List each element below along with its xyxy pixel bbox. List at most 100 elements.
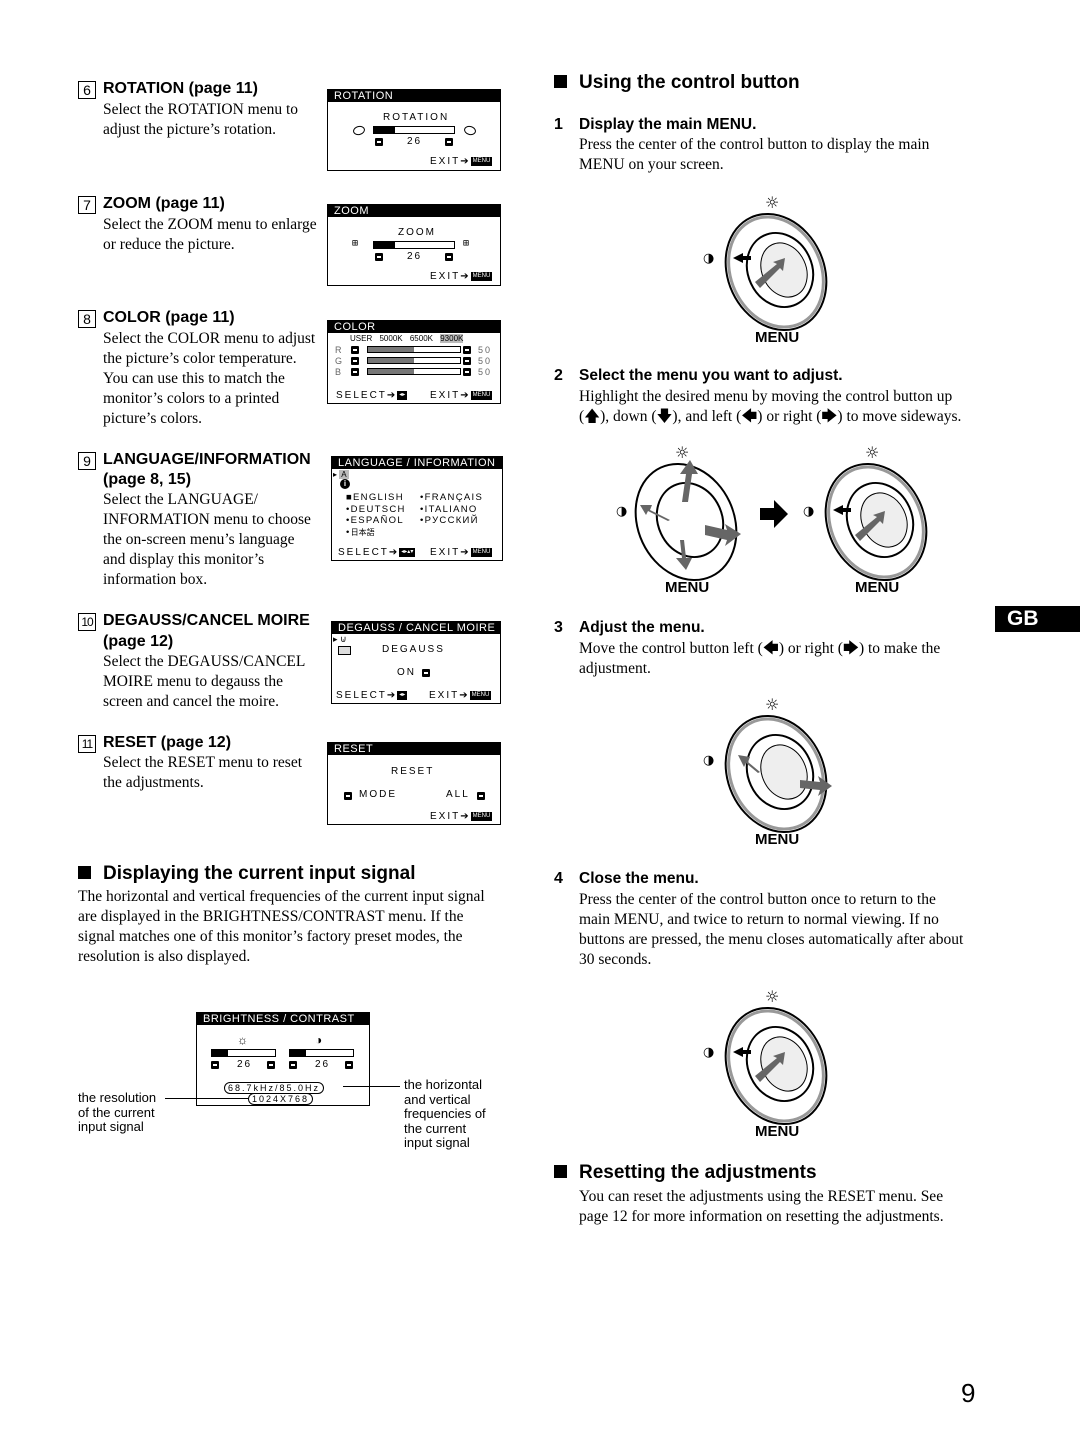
lang-francais: •FRANÇAIS (420, 492, 484, 503)
transition-arrow-icon (760, 500, 788, 528)
language-osd: LANGUAGE / INFORMATION ▸ A i ■ENGLISH •FR… (331, 456, 503, 561)
item-number: 7 (78, 196, 96, 214)
menu-badge-icon: MENU (470, 811, 493, 821)
contrast-icon: ◑ (315, 1033, 323, 1047)
brightness-icon: ☼ (865, 443, 879, 462)
item-description: Select the RESET menu to reset the adjus… (103, 754, 303, 791)
channel-row-g: G 50 (335, 356, 493, 366)
moire-tab-icon (338, 646, 351, 655)
zoom-osd: ZOOM ZOOM ⊞ ⊞ 26 EXIT➔ MENU (327, 204, 501, 286)
rotate-left-icon (352, 124, 366, 137)
degauss-osd: DEGAUSS / CANCEL MOIRE ▸ ⊍ DEGAUSS ON SE… (331, 621, 501, 704)
callout-line-resolution (165, 1098, 248, 1099)
reset-mode-option: MODE (359, 789, 397, 800)
plus-key-icon (477, 792, 485, 800)
section-heading: Displaying the current input signal (78, 863, 415, 885)
lang-espanol: •ESPAÑOL (346, 515, 404, 526)
rotation-osd: ROTATION ROTATION 26 EXIT➔ MENU (327, 89, 501, 171)
step-title: Adjust the menu. (579, 619, 705, 636)
control-dial-press-diagram: ☼ ◑ MENU (703, 193, 828, 346)
menu-badge-icon: MENU (469, 690, 492, 700)
bullet-square-icon (554, 75, 567, 88)
control-dial-close-diagram: ☼ ◑ MENU (703, 987, 828, 1140)
osd-header: RESET (328, 743, 500, 755)
color-presets: USER 5000K 6500K 9300K (350, 334, 464, 343)
osd-label: ZOOM (398, 227, 436, 238)
minus-key-icon (375, 253, 383, 261)
section-body: You can reset the adjustments using the … (579, 1188, 944, 1225)
minus-key-icon (375, 138, 383, 146)
channel-row-b: B 50 (335, 367, 493, 377)
color-osd: COLOR USER 5000K 6500K 9300K R 50 G 50 B… (327, 320, 501, 404)
item-number: 8 (78, 310, 96, 328)
menu-badge-icon: MENU (470, 390, 493, 400)
step-title: Close the menu. (579, 870, 699, 887)
rotate-right-icon (463, 124, 477, 137)
item-title: ROTATION (page 11) (103, 80, 258, 97)
brightness-icon: ☼ (675, 443, 689, 462)
osd-header: ZOOM (328, 205, 500, 217)
menu-label: MENU (755, 831, 799, 848)
language-list: ■ENGLISH •FRANÇAIS •DEUTSCH •ITALIANO •ESP… (346, 492, 483, 538)
item-title: RESET (page 12) (103, 734, 232, 751)
menu-badge-icon: MENU (470, 156, 493, 166)
osd-label: ROTATION (383, 112, 450, 123)
contrast-icon: ◑ (703, 251, 714, 266)
osd-value: ON (397, 667, 416, 678)
control-dial-adjust-diagram: ☼ ◑ MENU (703, 695, 832, 848)
plus-key-icon (422, 669, 430, 677)
menu-badge-icon: MENU (470, 271, 493, 281)
preset-9300k-selected: 9300K (440, 334, 464, 343)
dial: ☼ ◑ MENU (703, 695, 832, 848)
osd-label: DEGAUSS (382, 644, 445, 655)
preset-user: USER (350, 334, 373, 343)
minus-key-icon (344, 792, 352, 800)
language-tab-icon: ▸ A (333, 470, 349, 479)
dial-four-way: ☼ ◑ MENU (616, 443, 741, 596)
dial: ☼ ◑ MENU (703, 987, 828, 1140)
item-description: Select the DEGAUSS/CANCEL MOIRE menu to … (103, 653, 306, 710)
lang-english-selected: ■ENGLISH (346, 492, 404, 503)
plus-key-icon (445, 253, 453, 261)
step-number: 1 (554, 116, 563, 133)
menu-label: MENU (755, 329, 799, 346)
step-body: Press the center of the control button o… (579, 891, 964, 968)
osd-header: DEGAUSS / CANCEL MOIRE (332, 622, 500, 634)
item-number: 9 (78, 452, 96, 470)
osd-exit: EXIT➔ MENU (430, 547, 493, 558)
contrast-bar (289, 1049, 354, 1057)
reset-osd: RESET RESET MODE ALL EXIT➔ MENU (327, 742, 501, 825)
osd-exit: EXIT➔ MENU (430, 271, 493, 282)
brightness-icon: ☼ (765, 695, 779, 714)
channel-row-r: R 50 (335, 345, 493, 355)
step-title: Display the main MENU. (579, 116, 757, 133)
osd-label: RESET (391, 766, 435, 777)
section-body: The horizontal and vertical frequencies … (78, 888, 485, 965)
item-description: Select the COLOR menu to adjust the pict… (103, 330, 316, 427)
language-tab-gb: GB (995, 606, 1080, 632)
brightness-contrast-osd: BRIGHTNESS / CONTRAST ☼ ◑ 26 26 68.7kHz/… (196, 1012, 370, 1106)
item-description: Select the ZOOM menu to enlarge or reduc… (103, 216, 317, 253)
osd-exit: EXIT➔ MENU (430, 390, 493, 401)
osd-header: LANGUAGE / INFORMATION (332, 457, 502, 469)
brightness-icon: ☼ (765, 193, 779, 212)
zoom-in-icon: ⊞ (463, 238, 470, 249)
lang-japanese: •日本語 (346, 526, 375, 538)
step-number: 2 (554, 367, 563, 384)
item-title: LANGUAGE/INFORMATION (103, 451, 311, 468)
callout-resolution: the resolution of the current input sign… (78, 1090, 157, 1134)
osd-select: SELECT➔ ◂▸▴▾ (338, 547, 416, 558)
step-body: Press the center of the control button t… (579, 136, 930, 173)
menu-label: MENU (755, 1123, 799, 1140)
contrast-value: 26 (315, 1059, 331, 1070)
osd-exit: EXIT➔ MENU (430, 811, 493, 822)
contrast-icon: ◑ (803, 504, 814, 519)
item-title: ZOOM (page 11) (103, 195, 225, 212)
bullet-square-icon (78, 866, 91, 879)
control-dial-select-diagram: ☼ ◑ MENU ☼ ◑ MENU (616, 443, 928, 596)
contrast-icon: ◑ (703, 1045, 714, 1060)
section-heading: Resetting the adjustments (554, 1162, 817, 1184)
resolution-readout: 1024X768 (248, 1093, 314, 1105)
osd-header: BRIGHTNESS / CONTRAST (197, 1013, 369, 1025)
dial: ☼ ◑ MENU (703, 193, 828, 346)
